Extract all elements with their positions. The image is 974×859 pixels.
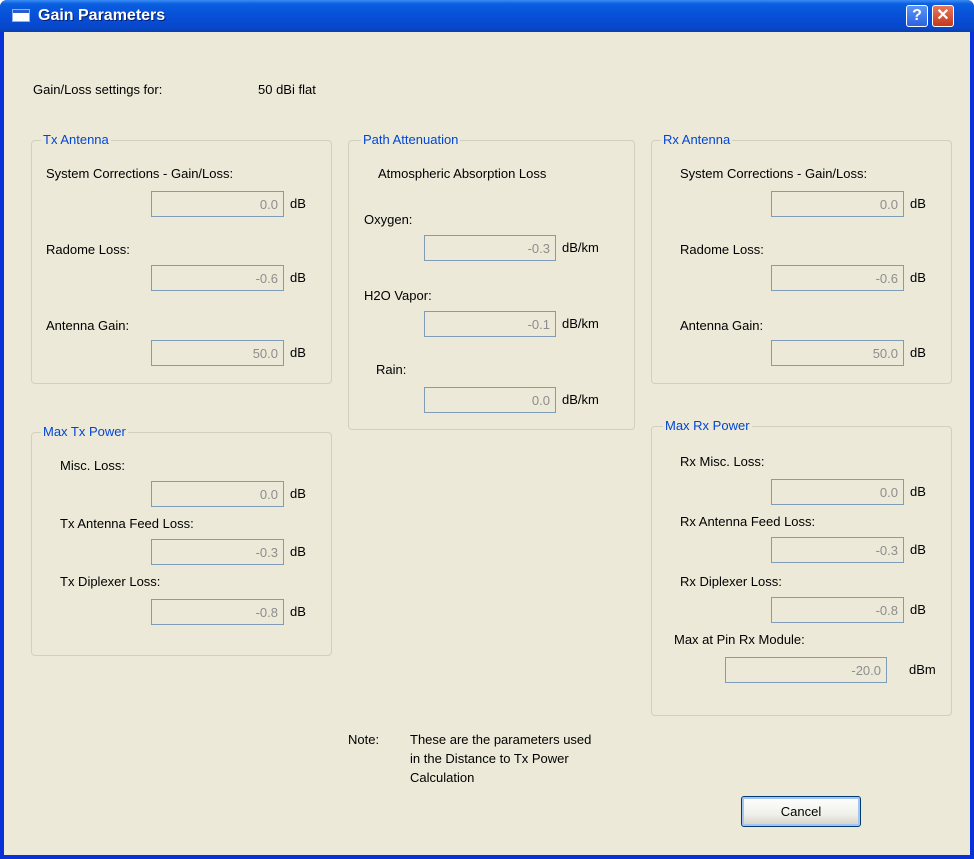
note-line-3: Calculation [410,770,475,785]
tx-antenna-gain-unit: dB [290,345,306,360]
settings-for-value: 50 dBi flat [258,82,316,97]
rx-system-corrections-field[interactable]: 0.0 [771,191,904,217]
rx-diplexer-loss-field[interactable]: -0.8 [771,597,904,623]
oxygen-label: Oxygen: [364,212,413,227]
rx-radome-loss-unit: dB [910,270,926,285]
max-tx-power-title: Max Tx Power [41,424,128,439]
tx-antenna-gain-label: Antenna Gain: [46,318,130,333]
settings-for-label: Gain/Loss settings for: [33,82,163,97]
oxygen-field[interactable]: -0.3 [424,235,556,261]
tx-system-corrections-label: System Corrections - Gain/Loss: [46,166,234,181]
tx-diplexer-loss-field[interactable]: -0.8 [151,599,284,625]
rain-unit: dB/km [562,392,599,407]
window-title: Gain Parameters [38,7,166,24]
h2o-vapor-label: H2O Vapor: [364,288,432,303]
cancel-button[interactable]: Cancel [741,796,861,827]
tx-misc-loss-label: Misc. Loss: [60,458,126,473]
rx-radome-loss-label: Radome Loss: [680,242,764,257]
tx-system-corrections-unit: dB [290,196,306,211]
tx-feed-loss-label: Tx Antenna Feed Loss: [60,516,194,531]
tx-antenna-title: Tx Antenna [41,132,111,147]
dialog-content: Gain/Loss settings for: 50 dBi flat Tx A… [4,32,970,855]
rx-misc-loss-label: Rx Misc. Loss: [680,454,765,469]
tx-feed-loss-field[interactable]: -0.3 [151,539,284,565]
tx-radome-loss-field[interactable]: -0.6 [151,265,284,291]
h2o-vapor-unit: dB/km [562,316,599,331]
rx-antenna-gain-label: Antenna Gain: [680,318,764,333]
rx-diplexer-loss-unit: dB [910,602,926,617]
tx-misc-loss-unit: dB [290,486,306,501]
close-button[interactable]: ✕ [932,5,954,27]
rx-misc-loss-unit: dB [910,484,926,499]
rx-antenna-title: Rx Antenna [661,132,733,147]
tx-feed-loss-unit: dB [290,544,306,559]
rx-feed-loss-label: Rx Antenna Feed Loss: [680,514,816,529]
tx-diplexer-loss-label: Tx Diplexer Loss: [60,574,161,589]
tx-antenna-gain-field[interactable]: 50.0 [151,340,284,366]
tx-diplexer-loss-unit: dB [290,604,306,619]
h2o-vapor-field[interactable]: -0.1 [424,311,556,337]
rain-label: Rain: [376,362,407,377]
tx-system-corrections-field[interactable]: 0.0 [151,191,284,217]
path-attenuation-title: Path Attenuation [361,132,461,147]
dialog-window: Gain Parameters ? ✕ Gain/Loss settings f… [0,0,974,859]
note-line-1: These are the parameters used [410,732,592,747]
window-icon [12,9,30,22]
rx-radome-loss-field[interactable]: -0.6 [771,265,904,291]
rx-antenna-gain-field[interactable]: 50.0 [771,340,904,366]
note-line-2: in the Distance to Tx Power [410,751,569,766]
rx-feed-loss-field[interactable]: -0.3 [771,537,904,563]
note-label: Note: [348,732,380,747]
rx-system-corrections-label: System Corrections - Gain/Loss: [680,166,868,181]
help-button[interactable]: ? [906,5,928,27]
title-bar[interactable]: Gain Parameters ? ✕ [0,0,974,32]
rx-antenna-gain-unit: dB [910,345,926,360]
max-pin-rx-label: Max at Pin Rx Module: [674,632,805,647]
tx-radome-loss-unit: dB [290,270,306,285]
tx-misc-loss-field[interactable]: 0.0 [151,481,284,507]
tx-radome-loss-label: Radome Loss: [46,242,130,257]
rx-diplexer-loss-label: Rx Diplexer Loss: [680,574,782,589]
max-pin-rx-unit: dBm [909,662,936,677]
rx-feed-loss-unit: dB [910,542,926,557]
max-pin-rx-field[interactable]: -20.0 [725,657,887,683]
max-rx-power-title: Max Rx Power [663,418,752,433]
rain-field[interactable]: 0.0 [424,387,556,413]
rx-misc-loss-field[interactable]: 0.0 [771,479,904,505]
oxygen-unit: dB/km [562,240,599,255]
atmospheric-absorption-label: Atmospheric Absorption Loss [378,166,547,181]
rx-system-corrections-unit: dB [910,196,926,211]
